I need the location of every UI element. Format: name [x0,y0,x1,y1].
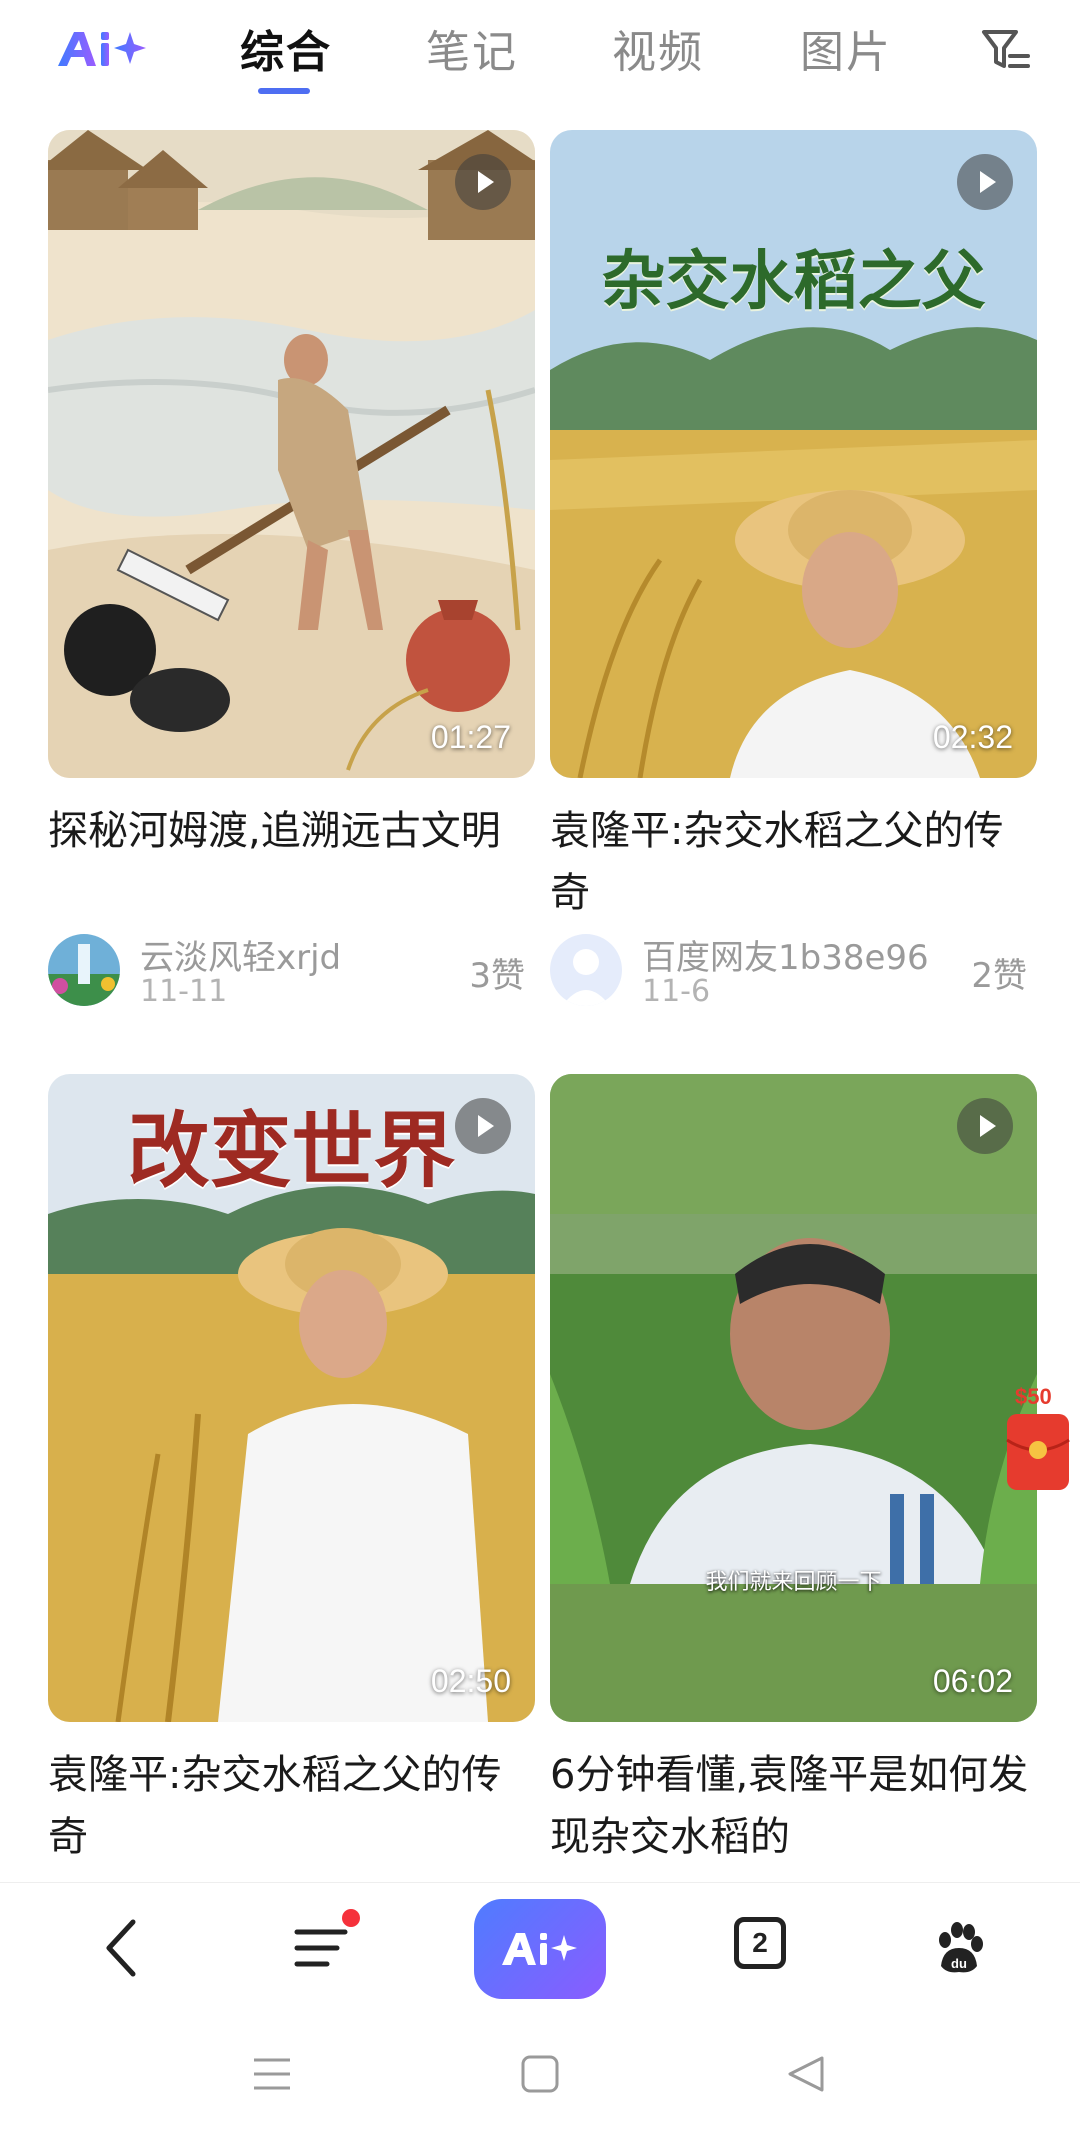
like-count[interactable]: 3赞 [469,948,525,997]
ai-logo-icon[interactable] [56,26,148,72]
hemudu-illustration [48,130,535,778]
top-tab-bar: 综合 笔记 视频 图片 [0,0,1080,110]
like-count[interactable]: 2赞 [971,948,1027,997]
red-packet-amount: $50 [1015,1384,1052,1409]
video-thumbnail[interactable]: 杂交水稻之父 02:32 [550,130,1037,778]
play-icon[interactable] [455,1098,511,1154]
filter-icon[interactable] [980,26,1032,74]
thumbnail-overlay-title: 杂交水稻之父 [601,244,986,319]
video-thumbnail[interactable]: 改变世界 02:50 [48,1074,535,1722]
tab-comprehensive[interactable]: 综合 [240,16,332,80]
avatar[interactable] [48,934,120,1006]
tab-videos[interactable]: 视频 [612,16,704,80]
home-icon[interactable] [520,2054,560,2098]
video-duration: 02:50 [430,1663,511,1699]
video-card-change-world[interactable]: 改变世界 02:50 袁隆平:杂交水稻之父的传奇 [48,1074,535,1884]
system-navigation-bar [0,2012,1080,2146]
author-name[interactable]: 百度网友1b38e96 [642,930,929,979]
author-name[interactable]: 云淡风轻xrjd [140,930,341,979]
svg-text:du: du [951,1956,967,1971]
post-date: 11-6 [642,974,711,1009]
video-thumbnail[interactable]: 我们就来回顾一下 06:02 [550,1074,1037,1722]
video-thumbnail[interactable]: 01:27 [48,130,535,778]
bottom-navigation: 2 du [0,1882,1080,2012]
video-duration: 01:27 [430,719,511,755]
back-icon[interactable] [86,1913,156,1983]
active-tab-indicator [258,88,310,94]
green-field-portrait [550,1074,1037,1722]
play-icon[interactable] [455,154,511,210]
baidu-paw-icon[interactable]: du [924,1913,994,1983]
tabs-count-icon[interactable]: 2 [734,1917,786,1969]
card-title[interactable]: 袁隆平:杂交水稻之父的传奇 [550,800,1037,924]
play-icon[interactable] [957,154,1013,210]
video-duration: 06:02 [932,1663,1013,1699]
card-title[interactable]: 袁隆平:杂交水稻之父的传奇 [48,1744,535,1868]
post-date: 11-11 [140,974,228,1009]
ai-assistant-icon [502,1933,577,1965]
back-triangle-icon[interactable] [786,2054,826,2098]
video-card-yuan-longping[interactable]: 杂交水稻之父 02:32 袁隆平:杂交水稻之父的传奇 百度网友1b38e96 1… [550,130,1037,1030]
card-meta: 云淡风轻xrjd 11-11 3赞 [48,930,535,1010]
video-duration: 02:32 [932,719,1013,755]
video-card-six-minutes[interactable]: 我们就来回顾一下 06:02 6分钟看懂,袁隆平是如何发现杂交水稻的 [550,1074,1037,1884]
recent-apps-icon[interactable] [252,2054,292,2098]
card-title[interactable]: 探秘河姆渡,追溯远古文明 [48,800,535,862]
tab-notes[interactable]: 笔记 [426,16,518,80]
tab-images[interactable]: 图片 [800,16,892,80]
rice-field-portrait [550,130,1037,778]
card-meta: 百度网友1b38e96 11-6 2赞 [550,930,1037,1010]
avatar[interactable] [550,934,622,1006]
notification-dot [342,1909,360,1927]
video-subtitle-caption: 我们就来回顾一下 [705,1570,882,1595]
video-card-hemudu[interactable]: 01:27 探秘河姆渡,追溯远古文明 云淡风轻xrjd 11-11 3赞 [48,130,535,1030]
card-title[interactable]: 6分钟看懂,袁隆平是如何发现杂交水稻的 [550,1744,1037,1868]
ai-assistant-button[interactable] [474,1899,606,1999]
red-packet-icon[interactable] [1005,1412,1071,1492]
play-icon[interactable] [957,1098,1013,1154]
